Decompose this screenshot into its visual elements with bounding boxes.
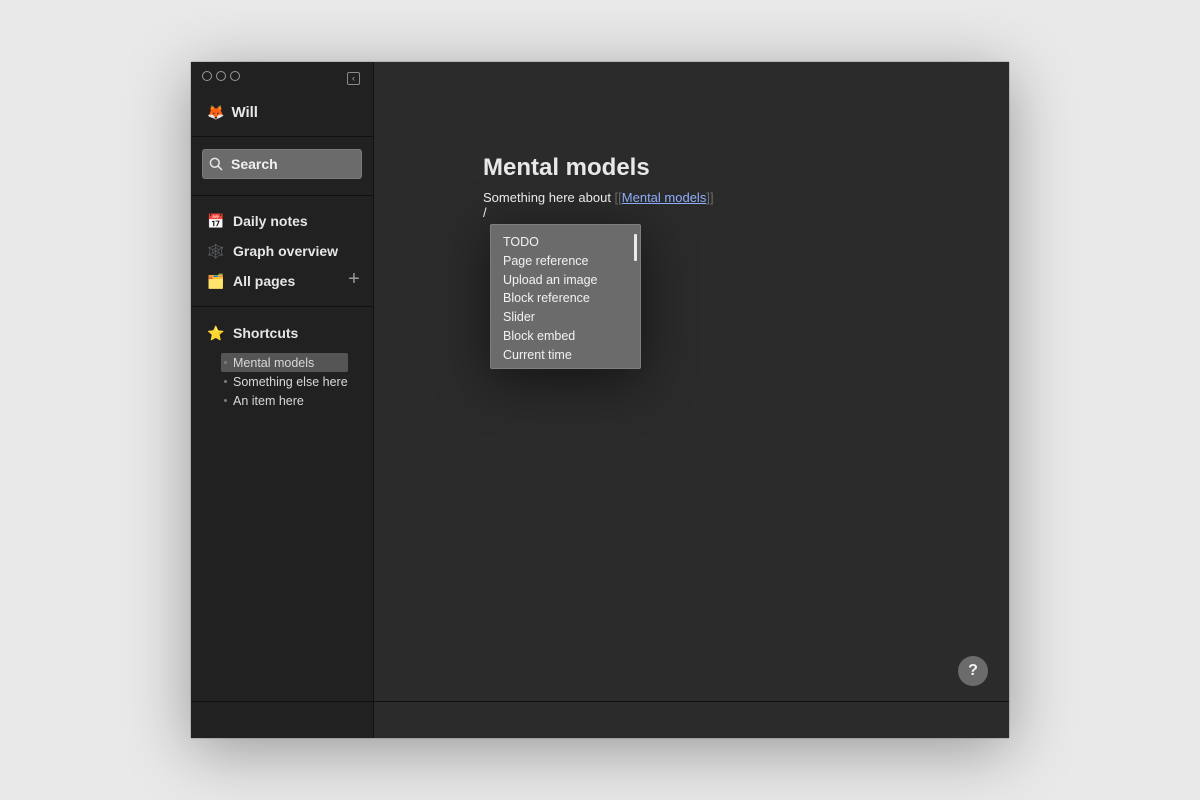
chevron-left-icon: ‹ — [352, 73, 355, 83]
slash-text: / — [483, 205, 487, 220]
shortcut-item[interactable]: An item here — [221, 391, 348, 410]
shortcuts-header: ⭐ Shortcuts — [207, 324, 298, 342]
search-label: Search — [231, 156, 278, 172]
divider — [191, 136, 373, 137]
shortcut-label: Something else here — [233, 374, 348, 389]
shortcuts-label: Shortcuts — [233, 325, 299, 341]
help-button[interactable]: ? — [958, 656, 988, 686]
sidebar-item-graph-overview[interactable]: 🕸️ Graph overview — [207, 241, 338, 261]
minimize-window-button[interactable] — [216, 71, 226, 81]
menu-item-block-reference[interactable]: Block reference — [491, 289, 640, 308]
bracket-open: [[ — [614, 190, 622, 205]
menu-item-todo[interactable]: TODO — [491, 233, 640, 252]
main-content: Mental models Something here about [[Men… — [374, 62, 1009, 701]
divider — [191, 195, 373, 196]
menu-item-slider[interactable]: Slider — [491, 308, 640, 327]
block[interactable]: Something here about [[Mental models]] — [483, 190, 714, 205]
collapse-sidebar-button[interactable]: ‹ — [347, 72, 360, 85]
sidebar-item-daily-notes[interactable]: 📅 Daily notes — [207, 211, 308, 231]
menu-scrollbar[interactable] — [634, 234, 637, 261]
window-controls — [202, 71, 240, 81]
divider — [191, 306, 373, 307]
bullet-icon — [224, 361, 227, 364]
zoom-window-button[interactable] — [230, 71, 240, 81]
menu-item-current-time[interactable]: Current time — [491, 346, 640, 365]
page-reference-link[interactable]: Mental models — [622, 190, 707, 205]
shortcut-item[interactable]: Mental models — [221, 353, 348, 372]
calendar-icon: 📅 — [207, 212, 225, 229]
sidebar-footer — [191, 701, 374, 738]
sidebar-item-label: All pages — [233, 273, 296, 289]
menu-item-upload-image[interactable]: Upload an image — [491, 271, 640, 290]
menu-item-block-embed[interactable]: Block embed — [491, 327, 640, 346]
user-name: Will — [231, 104, 258, 121]
block-text: Something here about — [483, 190, 615, 205]
folder-icon: 🗂️ — [207, 272, 225, 289]
star-icon: ⭐ — [207, 324, 225, 341]
menu-item-page-reference[interactable]: Page reference — [491, 252, 640, 271]
editing-block[interactable]: / — [483, 205, 487, 220]
fox-avatar-icon: 🦊 — [207, 104, 225, 120]
bullet-icon — [224, 399, 227, 402]
shortcut-label: An item here — [233, 393, 304, 408]
sidebar-item-label: Graph overview — [233, 243, 339, 259]
page-title[interactable]: Mental models — [483, 154, 650, 182]
main-footer — [374, 701, 1009, 738]
plus-icon: + — [348, 268, 360, 290]
shortcut-label: Mental models — [233, 355, 315, 370]
bullet-icon — [224, 380, 227, 383]
sidebar: ‹ 🦊 Will Search 📅 Daily notes 🕸️ Graph o… — [191, 62, 374, 701]
app-window: ‹ 🦊 Will Search 📅 Daily notes 🕸️ Graph o… — [191, 62, 1009, 738]
user-menu[interactable]: 🦊 Will — [207, 104, 258, 121]
help-icon: ? — [968, 662, 978, 679]
search-button[interactable]: Search — [202, 149, 362, 179]
search-icon — [209, 157, 223, 171]
bracket-close: ]] — [706, 190, 714, 205]
shortcut-item[interactable]: Something else here — [221, 372, 348, 391]
slash-command-menu: TODO Page reference Upload an image Bloc… — [490, 224, 641, 369]
sidebar-item-label: Daily notes — [233, 213, 308, 229]
graph-icon: 🕸️ — [207, 242, 225, 259]
add-page-button[interactable]: + — [346, 268, 362, 290]
sidebar-item-all-pages[interactable]: 🗂️ All pages — [207, 271, 295, 291]
shortcut-list: Mental models Something else here An ite… — [221, 353, 348, 410]
close-window-button[interactable] — [202, 71, 212, 81]
